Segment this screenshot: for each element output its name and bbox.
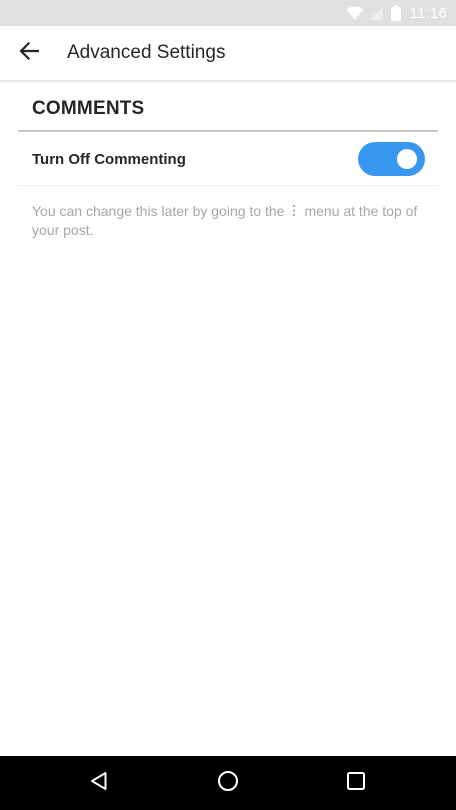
back-button[interactable] xyxy=(9,33,49,73)
page-title: Advanced Settings xyxy=(67,42,226,63)
help-text: You can change this later by going to th… xyxy=(32,202,427,239)
arrow-back-icon xyxy=(19,41,40,65)
signal-icon xyxy=(368,6,384,21)
more-vertical-icon xyxy=(292,203,296,221)
nav-home-button[interactable] xyxy=(213,768,243,798)
section-header-comments: COMMENTS xyxy=(32,98,145,119)
status-time: 11:16 xyxy=(409,4,447,22)
status-bar: 11:16 xyxy=(0,0,456,26)
back-triangle-icon xyxy=(89,771,109,796)
home-circle-icon xyxy=(217,770,239,797)
setting-row-turn-off-commenting[interactable]: Turn Off Commenting xyxy=(18,132,438,186)
system-nav-bar xyxy=(0,756,456,810)
battery-icon xyxy=(390,5,401,21)
setting-label: Turn Off Commenting xyxy=(32,151,186,168)
recents-square-icon xyxy=(346,771,366,796)
app-bar: Advanced Settings xyxy=(0,26,456,82)
toggle-knob xyxy=(397,149,417,169)
help-text-before: You can change this later by going to th… xyxy=(32,203,285,219)
nav-recents-button[interactable] xyxy=(341,768,371,798)
turn-off-commenting-toggle[interactable] xyxy=(358,142,425,176)
status-icons: 11:16 xyxy=(346,4,447,22)
nav-back-button[interactable] xyxy=(84,768,114,798)
wifi-icon xyxy=(346,6,364,21)
